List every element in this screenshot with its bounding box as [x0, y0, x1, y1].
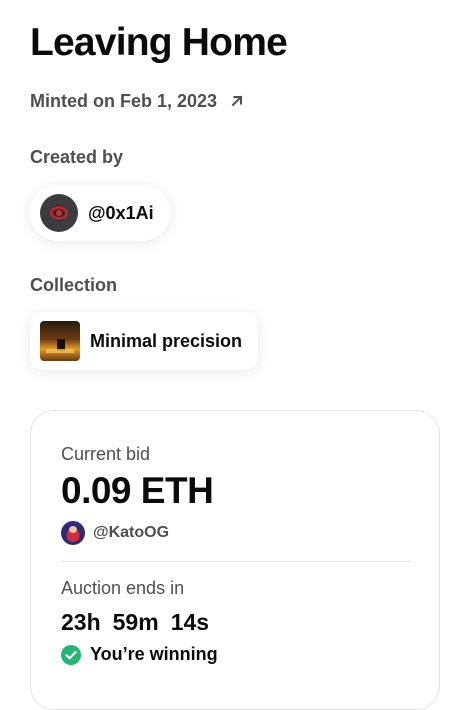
- countdown-minutes: 59m: [112, 609, 159, 635]
- countdown-seconds: 14s: [170, 609, 210, 635]
- minted-date-link[interactable]: Minted on Feb 1, 2023: [30, 90, 245, 112]
- nft-title: Leaving Home: [30, 21, 288, 64]
- collection-name: Minimal precision: [90, 330, 243, 351]
- creator-avatar: [40, 194, 78, 232]
- arrow-up-right-icon: [229, 93, 245, 109]
- countdown-hours: 23h: [61, 609, 101, 635]
- collection-chip[interactable]: Minimal precision: [30, 312, 259, 370]
- collection-thumbnail: [40, 321, 80, 361]
- collection-label: Collection: [30, 275, 118, 295]
- auction-countdown: 23h 59m 14s: [61, 608, 209, 636]
- minted-date-text: Minted on Feb 1, 2023: [30, 90, 218, 111]
- bid-status: You’re winning: [61, 644, 218, 665]
- created-by-label: Created by: [30, 147, 124, 167]
- auction-ends-label: Auction ends in: [61, 578, 185, 598]
- top-bidder[interactable]: @KatoOG: [61, 521, 169, 545]
- auction-card: Current bid 0.09 ETH @KatoOG Auction end…: [30, 410, 440, 710]
- bid-status-text: You’re winning: [90, 644, 218, 664]
- card-divider: [61, 561, 411, 562]
- creator-handle: @0x1Ai: [88, 202, 154, 223]
- creator-chip[interactable]: @0x1Ai: [30, 185, 170, 241]
- bidder-handle: @KatoOG: [93, 524, 170, 541]
- current-bid-value: 0.09 ETH: [61, 470, 214, 511]
- bidder-avatar: [61, 521, 85, 545]
- current-bid-label: Current bid: [61, 444, 151, 464]
- check-circle-icon: [61, 644, 81, 665]
